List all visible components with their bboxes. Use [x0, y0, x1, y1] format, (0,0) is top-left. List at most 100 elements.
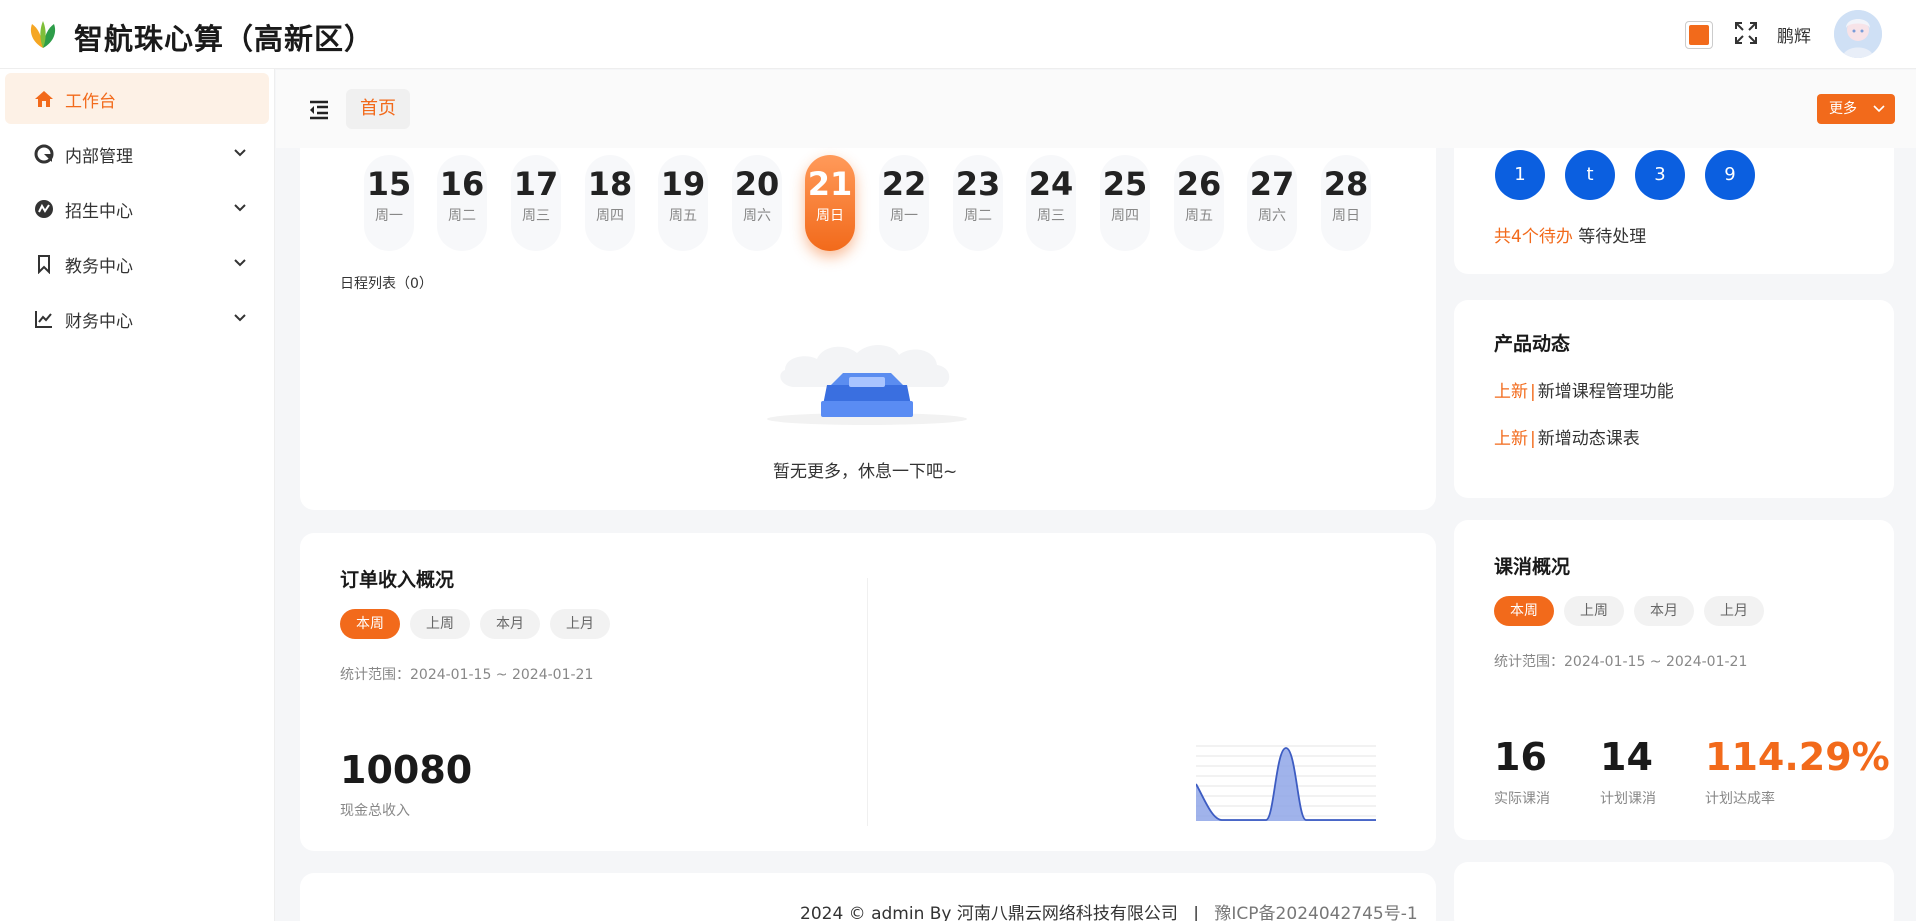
news-text: 新增课程管理功能	[1537, 382, 1674, 402]
chevron-down-icon	[234, 259, 246, 267]
calendar-day[interactable]: 16 周二	[437, 155, 487, 251]
collapse-menu-icon[interactable]	[307, 98, 331, 122]
more-button[interactable]: 更多	[1817, 94, 1895, 124]
class-consumption-title: 课消概况	[1494, 556, 1571, 578]
calendar-day[interactable]: 27 周六	[1247, 155, 1297, 251]
news-tag: 上新	[1494, 429, 1528, 449]
footer-copyright: 2024 © admin By 河南八鼎云网络科技有限公司	[800, 904, 1178, 921]
home-icon	[35, 91, 53, 107]
logo-icon	[30, 21, 56, 48]
calendar-day[interactable]: 18 周四	[585, 155, 635, 251]
sidebar-item-label: 工作台	[65, 92, 116, 112]
calendar-day-weekday: 周五	[669, 208, 697, 224]
planned-consumption-value: 14	[1600, 735, 1653, 779]
enroll-icon	[35, 200, 53, 218]
chevron-down-icon	[234, 314, 246, 322]
calendar-day-number: 24	[1028, 165, 1074, 203]
theme-color-swatch	[1689, 25, 1709, 45]
calendar-day-weekday: 周一	[375, 208, 403, 224]
calendar-day-number: 25	[1102, 165, 1148, 203]
calendar-day-weekday: 周六	[1258, 208, 1286, 224]
calendar-day-number: 18	[587, 165, 633, 203]
calendar-day-number: 26	[1176, 165, 1222, 203]
more-button-label: 更多	[1829, 101, 1857, 117]
calendar-day-number: 16	[439, 165, 485, 203]
calendar-day[interactable]: 26 周五	[1174, 155, 1224, 251]
news-separator: |	[1530, 382, 1536, 402]
tab-bar	[276, 70, 1916, 148]
avatar[interactable]	[1834, 10, 1882, 58]
calendar-day-today[interactable]: 21 周日	[805, 155, 855, 251]
income-trend-chart	[1196, 745, 1376, 821]
actual-consumption-value: 16	[1494, 735, 1547, 779]
divider	[867, 578, 868, 826]
chart-line-icon	[35, 311, 52, 328]
next-card	[1454, 862, 1894, 921]
calendar-day-number: 17	[513, 165, 559, 203]
calendar-day-number: 22	[881, 165, 927, 203]
fullscreen-icon[interactable]	[1733, 20, 1759, 46]
filter-this-month[interactable]: 本月	[1634, 596, 1694, 626]
calendar-day-weekday: 周五	[1185, 208, 1213, 224]
order-income-title: 订单收入概况	[340, 569, 455, 591]
chevron-down-icon	[1873, 105, 1885, 113]
sidebar-item-academic[interactable]: 教务中心	[5, 238, 269, 289]
calendar-day-number: 20	[734, 165, 780, 203]
order-range: 统计范围：2024-01-15 ~ 2024-01-21	[340, 667, 594, 683]
footer: 2024 © admin By 河南八鼎云网络科技有限公司 | 豫ICP备202…	[800, 899, 1418, 921]
calendar-day-number: 15	[366, 165, 412, 203]
footer-icp-link[interactable]: 豫ICP备2024042745号-1	[1214, 904, 1417, 921]
news-item[interactable]: 上新 | 新增课程管理功能	[1494, 377, 1674, 402]
sidebar-item-label: 招生中心	[65, 202, 133, 222]
calendar-day[interactable]: 25 周四	[1100, 155, 1150, 251]
calendar-day-weekday: 周三	[522, 208, 550, 224]
avatar-image-icon	[1834, 10, 1882, 58]
filter-this-week[interactable]: 本周	[340, 609, 400, 639]
filter-this-week[interactable]: 本周	[1494, 596, 1554, 626]
filter-last-month[interactable]: 上月	[550, 609, 610, 639]
calendar-day-weekday: 周四	[1111, 208, 1139, 224]
calendar-day[interactable]: 28 周日	[1321, 155, 1371, 251]
internal-icon	[34, 144, 54, 164]
chevron-down-icon	[234, 204, 246, 212]
calendar-day-weekday: 周日	[816, 208, 844, 224]
user-name[interactable]: 鹏辉	[1777, 22, 1811, 47]
sidebar-item-workbench[interactable]: 工作台	[5, 73, 269, 124]
sidebar-item-finance[interactable]: 财务中心	[5, 293, 269, 344]
sidebar-item-label: 财务中心	[65, 312, 133, 332]
calendar-day[interactable]: 23 周二	[953, 155, 1003, 251]
todo-badge[interactable]: 1	[1495, 150, 1545, 200]
todo-badge[interactable]: t	[1565, 150, 1615, 200]
calendar-day[interactable]: 15 周一	[364, 155, 414, 251]
news-separator: |	[1530, 429, 1536, 449]
sidebar-item-internal[interactable]: 内部管理	[5, 128, 269, 179]
achievement-rate-label: 计划达成率	[1705, 791, 1775, 807]
todo-count[interactable]: 共4个待办	[1494, 227, 1573, 247]
sidebar-item-label: 教务中心	[65, 257, 133, 277]
empty-inbox-icon	[767, 344, 967, 425]
planned-consumption-label: 计划课消	[1600, 791, 1656, 807]
sidebar-item-label: 内部管理	[65, 147, 133, 167]
calendar-day[interactable]: 19 周五	[658, 155, 708, 251]
product-news-title: 产品动态	[1494, 333, 1571, 355]
filter-last-week[interactable]: 上周	[410, 609, 470, 639]
calendar-day[interactable]: 22 周一	[879, 155, 929, 251]
filter-last-month[interactable]: 上月	[1704, 596, 1764, 626]
cash-total-label: 现金总收入	[340, 803, 410, 819]
achievement-rate-value: 114.29%	[1705, 735, 1890, 779]
calendar-day[interactable]: 17 周三	[511, 155, 561, 251]
empty-state-text: 暂无更多，休息一下吧~	[773, 462, 958, 482]
calendar-day[interactable]: 20 周六	[732, 155, 782, 251]
tab-home[interactable]: 首页	[346, 89, 410, 129]
calendar-day-weekday: 周一	[890, 208, 918, 224]
filter-this-month[interactable]: 本月	[480, 609, 540, 639]
news-item[interactable]: 上新 | 新增动态课表	[1494, 424, 1640, 449]
calendar-day[interactable]: 24 周三	[1026, 155, 1076, 251]
todo-badge[interactable]: 3	[1635, 150, 1685, 200]
sidebar-item-enrollment[interactable]: 招生中心	[5, 183, 269, 234]
theme-color-picker[interactable]	[1685, 21, 1713, 49]
filter-last-week[interactable]: 上周	[1564, 596, 1624, 626]
todo-badge[interactable]: 9	[1705, 150, 1755, 200]
calendar-day-number: 21	[807, 165, 853, 203]
news-tag: 上新	[1494, 382, 1528, 402]
